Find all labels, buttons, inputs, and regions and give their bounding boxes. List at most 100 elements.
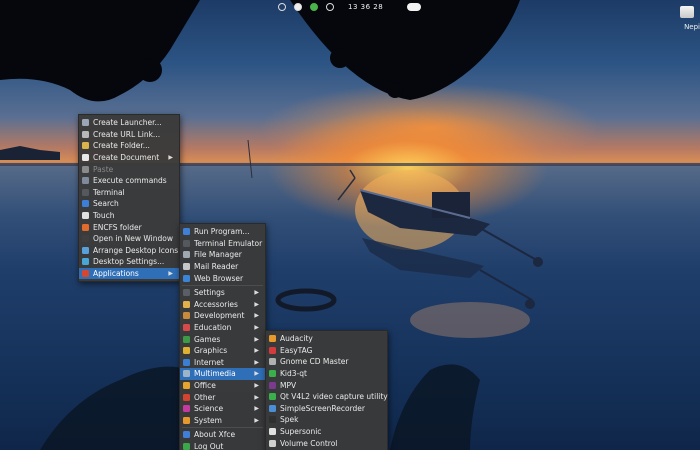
applications-item-development[interactable]: Development ▶ — [180, 310, 265, 322]
menu-item-label: Audacity — [280, 334, 313, 344]
applications-item-office[interactable]: Office ▶ — [180, 380, 265, 392]
applications-item-multimedia[interactable]: Multimedia ▶ — [180, 368, 265, 380]
network-icon[interactable] — [278, 3, 286, 11]
battery-icon[interactable] — [310, 3, 318, 11]
desktop-menu-item-create-url-link[interactable]: Create URL Link... — [79, 129, 179, 141]
chevron-right-icon: ▶ — [254, 347, 259, 355]
spek-icon — [269, 416, 276, 424]
terminal-icon — [183, 239, 190, 247]
desktop-menu-item-encfs-folder[interactable]: ENCFS folder — [79, 221, 179, 233]
desktop-menu-item-touch[interactable]: Touch — [79, 210, 179, 222]
multimedia-item-spek[interactable]: Spek — [266, 414, 387, 426]
applications-item-settings[interactable]: Settings ▶ — [180, 287, 265, 299]
desktop-menu-item-arrange-desktop-icons[interactable]: Arrange Desktop Icons — [79, 245, 179, 257]
desktop-icon-label[interactable]: Nepi — [684, 23, 700, 31]
desktop-menu-item-search[interactable]: Search — [79, 198, 179, 210]
menu-item-label: Create Folder... — [93, 141, 150, 151]
desktop-icon — [82, 258, 89, 266]
desktop-menu-item-desktop-settings[interactable]: Desktop Settings... — [79, 256, 179, 268]
multimedia-item-volume-control[interactable]: Volume Control — [266, 437, 387, 449]
applications-item-accessories[interactable]: Accessories ▶ — [180, 299, 265, 311]
menu-item-label: SimpleScreenRecorder — [280, 403, 366, 413]
multimedia-item-kid3-qt[interactable]: Kid3-qt — [266, 368, 387, 380]
applications-item-log-out[interactable]: Log Out — [180, 441, 265, 450]
desktop-menu-item-execute-commands[interactable]: Execute commands — [79, 175, 179, 187]
lock-folder-icon — [82, 223, 89, 231]
development-icon — [183, 312, 190, 320]
computer-desktop-icon[interactable] — [680, 6, 694, 18]
window-icon — [82, 235, 89, 243]
applications-item-education[interactable]: Education ▶ — [180, 322, 265, 334]
file-manager-icon — [183, 251, 190, 259]
panel-clock[interactable]: 13 36 28 — [348, 3, 383, 11]
multimedia-submenu: Audacity EasyTAG Gnome CD Master Kid3-qt MPV… — [265, 330, 388, 450]
applications-item-about-xfce[interactable]: About Xfce — [180, 429, 265, 441]
games-icon — [183, 335, 190, 343]
cd-icon — [269, 358, 276, 366]
multimedia-item-qt-v4l2-video-capture-utility[interactable]: Qt V4L2 video capture utility — [266, 391, 388, 403]
desktop-menu-item-applications[interactable]: Applications ▶ — [79, 267, 179, 280]
star-icon — [82, 212, 89, 220]
chevron-right-icon: ▶ — [254, 370, 259, 378]
multimedia-item-audacity[interactable]: Audacity — [266, 333, 387, 345]
menu-item-label: Desktop Settings... — [93, 257, 165, 267]
menu-item-label: Create URL Link... — [93, 129, 161, 139]
menu-item-label: Gnome CD Master — [280, 357, 349, 367]
mpv-icon — [269, 381, 276, 389]
applications-item-system[interactable]: System ▶ — [180, 415, 265, 427]
applications-item-mail-reader[interactable]: Mail Reader — [180, 261, 265, 273]
desktop-context-menu: Create Launcher... Create URL Link... Crea… — [78, 114, 180, 283]
info-icon — [183, 431, 190, 439]
link-icon — [82, 130, 89, 138]
applications-item-science[interactable]: Science ▶ — [180, 403, 265, 415]
accessories-icon — [183, 300, 190, 308]
menu-item-label: EasyTAG — [280, 345, 313, 355]
desktop-menu-item-create-document[interactable]: Create Document ▶ — [79, 152, 179, 164]
volume-icon[interactable] — [326, 3, 334, 11]
desktop-menu-item-create-launcher[interactable]: Create Launcher... — [79, 117, 179, 129]
applications-item-web-browser[interactable]: Web Browser — [180, 272, 265, 284]
chevron-right-icon: ▶ — [254, 416, 259, 424]
graphics-icon — [183, 347, 190, 355]
chevron-right-icon: ▶ — [168, 270, 173, 278]
chevron-right-icon: ▶ — [254, 289, 259, 297]
weather-icon[interactable] — [407, 3, 421, 11]
chevron-right-icon: ▶ — [254, 358, 259, 366]
menu-item-label: Run Program... — [194, 227, 250, 237]
heart-icon[interactable] — [294, 3, 302, 11]
logout-icon — [183, 442, 190, 450]
applications-item-games[interactable]: Games ▶ — [180, 333, 265, 345]
applications-item-graphics[interactable]: Graphics ▶ — [180, 345, 265, 357]
menu-item-label: Applications — [93, 269, 139, 279]
launcher-icon — [82, 119, 89, 127]
multimedia-item-gnome-cd-master[interactable]: Gnome CD Master — [266, 356, 387, 368]
applications-item-terminal-emulator[interactable]: Terminal Emulator — [180, 238, 265, 250]
desktop-menu-item-open-in-new-window[interactable]: Open in New Window — [79, 233, 179, 245]
applications-item-file-manager[interactable]: File Manager — [180, 249, 265, 261]
multimedia-item-mpv[interactable]: MPV — [266, 379, 387, 391]
multimedia-item-simplescreenrecorder[interactable]: SimpleScreenRecorder — [266, 403, 387, 415]
multimedia-item-easytag[interactable]: EasyTAG — [266, 345, 387, 357]
chevron-right-icon: ▶ — [254, 300, 259, 308]
menu-item-label: Web Browser — [194, 273, 244, 283]
folder-icon — [82, 142, 89, 150]
menu-item-label: Create Document — [93, 153, 160, 163]
chevron-right-icon: ▶ — [254, 405, 259, 413]
settings-icon — [183, 289, 190, 297]
menu-item-label: Log Out — [194, 441, 224, 450]
applications-item-other[interactable]: Other ▶ — [180, 391, 265, 403]
applications-icon — [82, 270, 89, 278]
multimedia-item-supersonic[interactable]: Supersonic — [266, 426, 387, 438]
applications-item-run-program[interactable]: Run Program... — [180, 226, 265, 238]
menu-item-label: Graphics — [194, 346, 228, 356]
menu-item-label: System — [194, 415, 222, 425]
kid3-icon — [269, 370, 276, 378]
menu-item-label: Terminal Emulator — [194, 238, 263, 248]
applications-item-internet[interactable]: Internet ▶ — [180, 357, 265, 369]
menu-item-label: Create Launcher... — [93, 118, 162, 128]
menu-item-label: Mail Reader — [194, 262, 239, 272]
easytag-icon — [269, 346, 276, 354]
desktop-menu-item-terminal[interactable]: Terminal — [79, 187, 179, 199]
desktop-menu-item-create-folder[interactable]: Create Folder... — [79, 140, 179, 152]
menu-item-label: Science — [194, 404, 224, 414]
